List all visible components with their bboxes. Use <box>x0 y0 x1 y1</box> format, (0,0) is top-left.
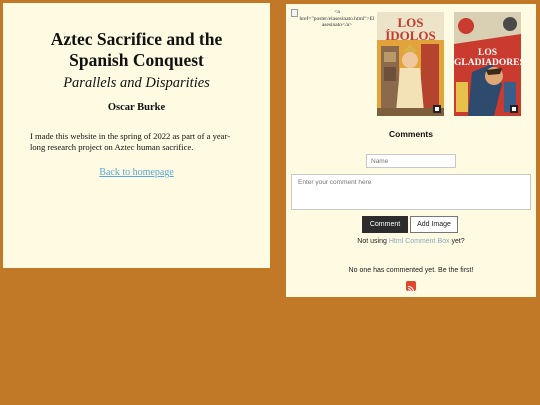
add-image-button[interactable]: Add Image <box>410 216 458 233</box>
page-subtitle: Parallels and Disparities <box>63 75 210 91</box>
author-name: Oscar Burke <box>107 102 166 113</box>
qr-code-icon <box>433 105 441 113</box>
page-title: Aztec Sacrifice and the Spanish Conquest <box>3 29 270 71</box>
intro-panel: Aztec Sacrifice and the Spanish Conquest… <box>3 3 270 268</box>
promo-text: Not using Html Comment Box yet? <box>286 238 536 245</box>
project-description: I made this website in the spring of 202… <box>30 131 231 152</box>
poster-los-idolos[interactable]: LOS ÍDOLOS <box>377 12 444 116</box>
no-comments-message: No one has commented yet. Be the first! <box>348 267 474 274</box>
promo-prefix: Not using <box>357 238 389 245</box>
comment-textarea[interactable] <box>291 174 531 210</box>
qr-code-icon <box>510 105 518 113</box>
poster-los-idolos-title: LOS ÍDOLOS <box>377 16 444 42</box>
title-line-1: Aztec Sacrifice and the <box>50 29 223 49</box>
name-input[interactable] <box>366 154 456 168</box>
broken-image[interactable]: <a href="poster/elasesinato.html">El ase… <box>291 9 375 29</box>
broken-image-icon <box>291 9 298 17</box>
poster-los-gladiadores-title-line-2: GLADIADORES <box>454 58 521 68</box>
comments-heading: Comments <box>389 129 433 139</box>
comments-panel: <a href="poster/elasesinato.html">El ase… <box>286 4 536 297</box>
poster-los-gladiadores[interactable]: LOS GLADIADORES <box>454 12 521 116</box>
poster-los-gladiadores-title: LOS GLADIADORES <box>454 48 521 68</box>
poster-los-gladiadores-title-line-1: LOS <box>477 48 497 58</box>
back-to-homepage-link[interactable]: Back to homepage <box>99 167 173 178</box>
promo-suffix: yet? <box>449 238 465 245</box>
poster-los-idolos-title-line-2: ÍDOLOS <box>385 28 436 43</box>
html-comment-box-link[interactable]: Html Comment Box <box>389 238 450 245</box>
title-line-2: Spanish Conquest <box>69 50 204 70</box>
rss-icon[interactable] <box>406 281 416 293</box>
comment-button[interactable]: Comment <box>362 216 408 233</box>
rss-icon-glyph <box>407 285 415 293</box>
broken-image-alt-text: <a href="poster/elasesinato.html">El ase… <box>299 9 375 28</box>
